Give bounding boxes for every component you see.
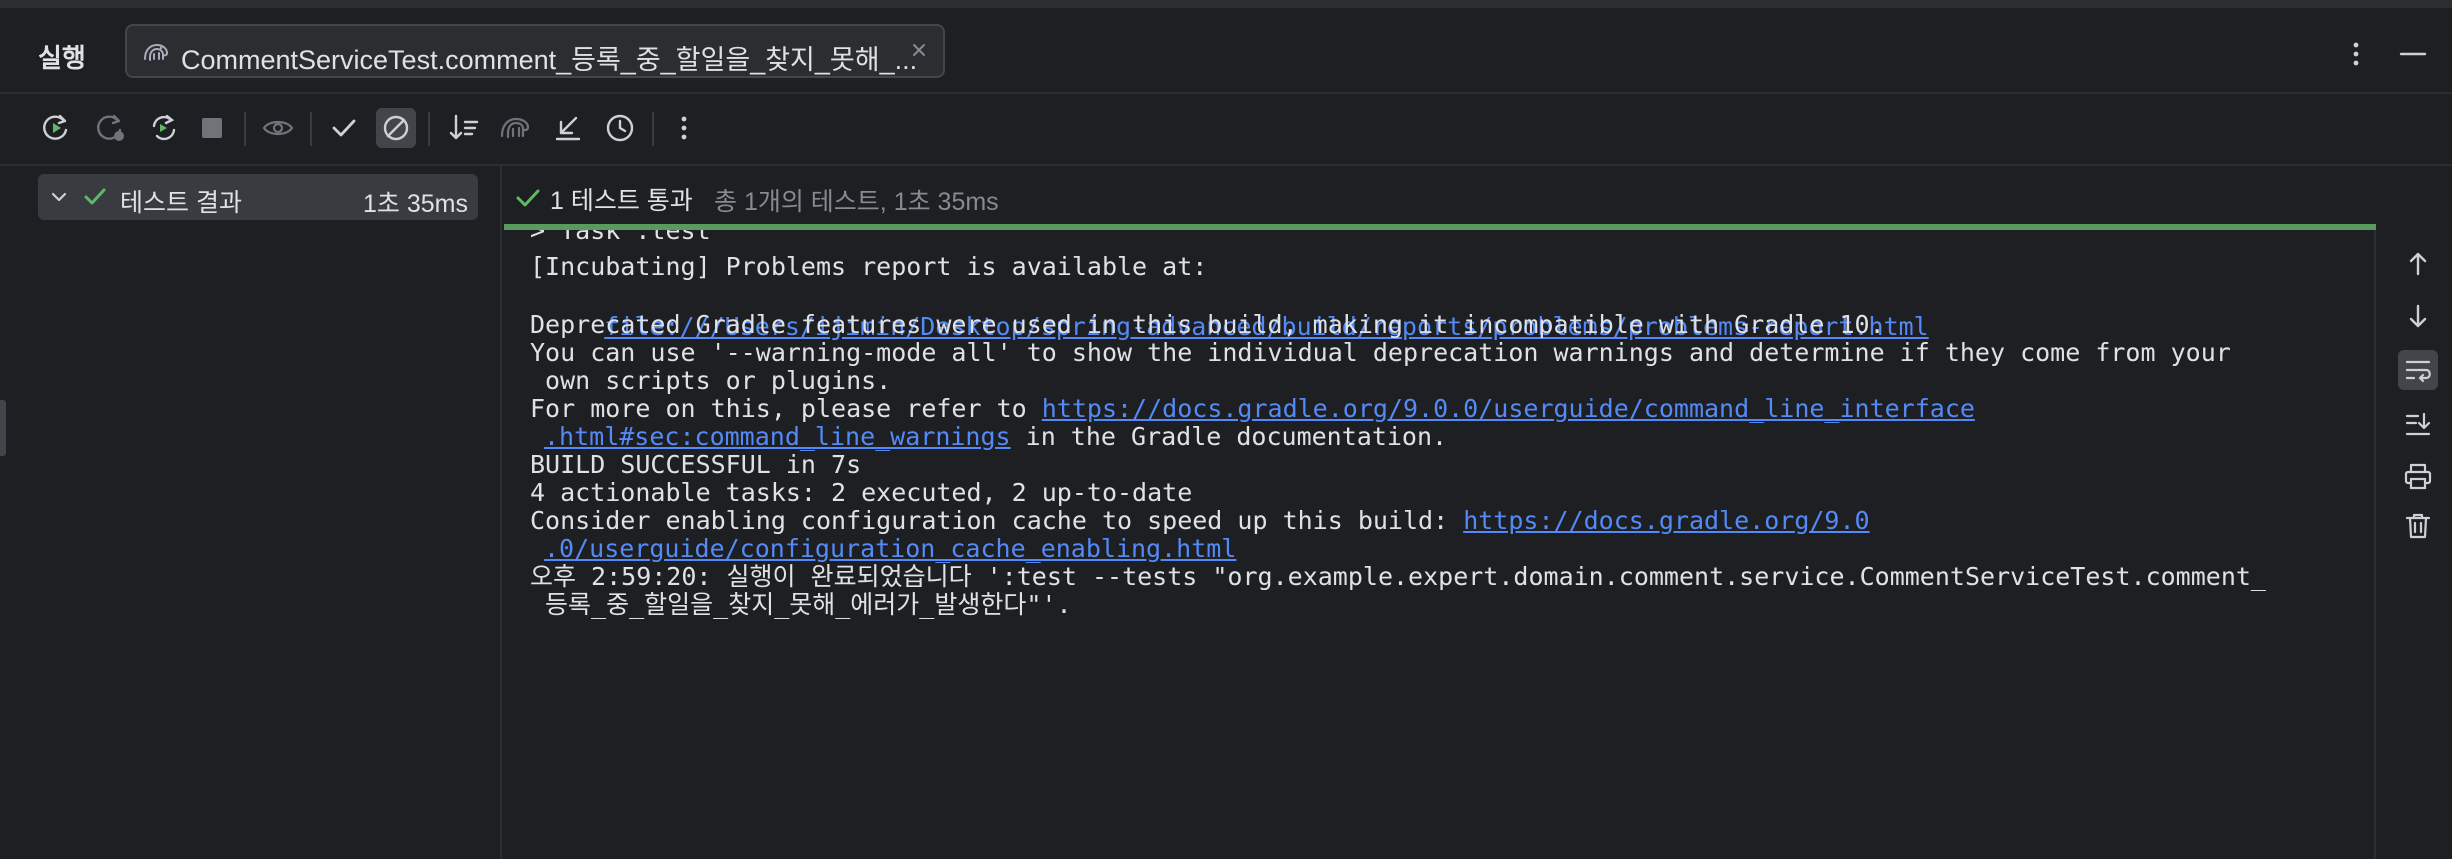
export-tests-button[interactable]	[548, 108, 588, 148]
console-line: Consider enabling configuration cache to…	[530, 506, 1870, 536]
run-tool-window-header: 실행 CommentServiceTest.comment_등록_중_할일을_찾…	[0, 8, 2452, 94]
toolbar-separator	[310, 112, 312, 146]
rerun-button[interactable]	[36, 108, 76, 148]
trash-icon	[2405, 513, 2431, 539]
test-status-bar: 1 테스트 통과 총 1개의 테스트, 1초 35ms	[504, 166, 2374, 226]
show-passed-button[interactable]	[324, 108, 364, 148]
rerun-icon	[43, 114, 68, 140]
show-ignored-toggle-button[interactable]	[376, 108, 416, 148]
console-side-toolbar	[2374, 230, 2452, 859]
test-tree-panel: 테스트 결과 1초 35ms	[0, 166, 502, 859]
window-top-border	[0, 0, 2452, 8]
scroll-down-button[interactable]	[2398, 296, 2438, 336]
run-toolbar	[0, 94, 2452, 166]
clear-all-button[interactable]	[2398, 506, 2438, 546]
console-line: .0/userguide/configuration_cache_enablin…	[544, 534, 1236, 564]
soft-wrap-icon	[2405, 360, 2431, 383]
config-cache-link[interactable]: https://docs.gradle.org/9.0	[1463, 506, 1869, 535]
test-history-button[interactable]	[600, 108, 640, 148]
scroll-to-end-button[interactable]	[2398, 404, 2438, 444]
console-text: in the Gradle documentation.	[1010, 422, 1448, 451]
eye-icon	[262, 120, 294, 136]
printer-icon	[2404, 463, 2432, 490]
toolbar-separator	[652, 112, 654, 146]
passed-check-icon	[84, 188, 106, 205]
tab-label: CommentServiceTest.comment_등록_중_할일을_찾지_못…	[181, 45, 918, 75]
import-tests-button[interactable]	[496, 108, 536, 148]
console-text: Consider enabling configuration cache to…	[530, 506, 1464, 535]
config-cache-link-cont[interactable]: .0/userguide/configuration_cache_enablin…	[544, 534, 1236, 563]
tests-passed-label: 1 테스트 통과	[550, 187, 693, 215]
gradle-elephant-icon	[500, 117, 530, 139]
ignored-icon	[383, 115, 409, 141]
rerun-failed-icon	[97, 114, 124, 141]
tree-root-label: 테스트 결과	[120, 189, 242, 217]
scroll-up-button[interactable]	[2398, 244, 2438, 284]
arrow-up-icon	[2409, 252, 2427, 276]
console-line: For more on this, please refer to https:…	[530, 394, 1975, 424]
sort-button[interactable]	[444, 108, 484, 148]
stop-button[interactable]	[192, 108, 232, 148]
print-button[interactable]	[2398, 456, 2438, 496]
more-vertical-icon	[681, 116, 687, 140]
gradle-docs-link[interactable]: https://docs.gradle.org/9.0.0/userguide/…	[1042, 394, 1975, 423]
more-options-button[interactable]	[664, 108, 704, 148]
gradle-elephant-icon	[144, 43, 169, 61]
console-line: own scripts or plugins.	[530, 366, 892, 395]
console-line: 등록_중_할일을_찾지_못해_에러가_발생한다"'.	[530, 590, 1072, 619]
console-line: 4 actionable tasks: 2 executed, 2 up-to-…	[530, 478, 1193, 507]
tree-root-duration: 1초 35ms	[363, 190, 468, 218]
panel-resize-handle[interactable]	[0, 400, 6, 456]
toolbar-separator	[244, 112, 246, 146]
console-line: You can use '--warning-mode all' to show…	[530, 338, 2231, 367]
toggle-auto-test-button[interactable]	[144, 108, 184, 148]
sort-icon	[449, 114, 479, 140]
console-output[interactable]: > Task :test [Incubating] Problems repor…	[504, 230, 2374, 859]
rerun-auto-icon	[152, 114, 176, 141]
scroll-to-end-icon	[2405, 412, 2431, 436]
toolbar-separator	[428, 112, 430, 146]
stop-icon	[202, 118, 222, 138]
tool-window-title: 실행	[38, 43, 86, 73]
clock-icon	[606, 114, 634, 142]
show-ignored-button[interactable]	[258, 108, 298, 148]
console-line: [Incubating] Problems report is availabl…	[530, 252, 1208, 281]
console-line: .html#sec:command_line_warnings in the G…	[544, 422, 1447, 452]
console-text: For more on this, please refer to	[530, 394, 1042, 423]
rerun-failed-button[interactable]	[90, 108, 130, 148]
close-icon[interactable]	[905, 36, 933, 64]
tree-root-test-results[interactable]: 테스트 결과 1초 35ms	[38, 174, 478, 220]
passed-check-icon	[516, 189, 540, 207]
console-line: 오후 2:59:20: 실행이 완료되었습니다 ':test --tests "…	[530, 562, 2266, 591]
more-vertical-icon[interactable]	[2344, 36, 2368, 72]
console-line: BUILD SUCCESSFUL in 7s	[530, 450, 862, 479]
arrow-down-icon	[2409, 304, 2427, 328]
tests-summary-label: 총 1개의 테스트, 1초 35ms	[714, 188, 999, 216]
chevron-down-icon[interactable]	[48, 186, 70, 208]
run-config-tab[interactable]: CommentServiceTest.comment_등록_중_할일을_찾지_못…	[125, 24, 945, 78]
minimize-icon[interactable]	[2396, 44, 2430, 64]
gradle-docs-link-cont[interactable]: .html#sec:command_line_warnings	[544, 422, 1011, 451]
console-line: > Task :test	[530, 230, 711, 245]
import-arrow-icon	[555, 116, 581, 141]
soft-wrap-button[interactable]	[2398, 350, 2438, 390]
console-line: Deprecated Gradle features were used in …	[530, 310, 1885, 339]
checkmark-icon	[332, 119, 356, 137]
